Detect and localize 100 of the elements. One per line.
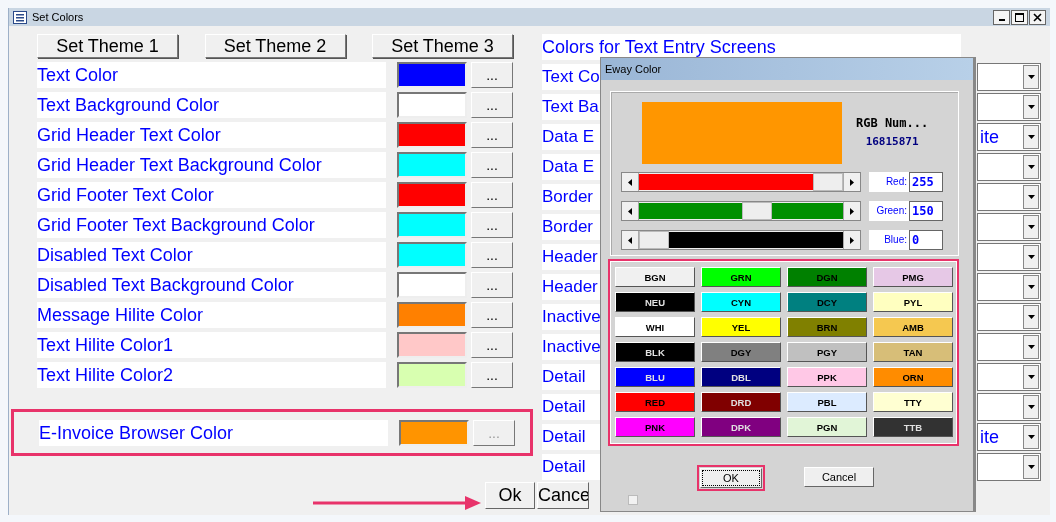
ok-button[interactable]: Ok — [485, 482, 535, 509]
palette-color-button[interactable]: DRD — [701, 392, 781, 412]
dropdown-arrow-icon — [1027, 345, 1035, 349]
theme-button[interactable]: Set Theme 2 — [204, 34, 346, 58]
maximize-icon — [1015, 12, 1024, 22]
color-label: Text Hilite Color1 — [37, 332, 386, 358]
palette-color-button[interactable]: BLK — [615, 342, 695, 362]
resize-grip-icon — [628, 495, 638, 505]
palette-color-button[interactable]: PGN — [787, 417, 867, 437]
dropdown-arrow-icon — [1027, 135, 1035, 139]
dropdown-arrow-icon — [1027, 255, 1035, 259]
palette-color-button[interactable]: YEL — [701, 317, 781, 337]
color-dropdown[interactable]: ite — [977, 423, 1041, 451]
color-dropdown[interactable] — [977, 243, 1041, 271]
dropdown-arrow-icon — [1027, 105, 1035, 109]
color-dropdown[interactable] — [977, 333, 1041, 361]
color-dropdown[interactable] — [977, 393, 1041, 421]
browse-button[interactable]: ... — [471, 332, 513, 358]
minimize-button[interactable] — [993, 9, 1010, 25]
browse-button[interactable]: ... — [471, 272, 513, 298]
maximize-button[interactable] — [1011, 9, 1028, 25]
dropdown-arrow-icon — [1027, 225, 1035, 229]
browse-button[interactable]: ... — [471, 302, 513, 328]
channel-value-field[interactable]: 150 — [909, 201, 943, 221]
color-label: E-Invoice Browser Color — [39, 419, 388, 446]
palette-color-button[interactable]: WHI — [615, 317, 695, 337]
cancel-button[interactable]: Cancel — [804, 467, 874, 487]
theme-button[interactable]: Set Theme 3 — [372, 34, 513, 58]
palette-color-button[interactable]: PGY — [787, 342, 867, 362]
color-label: Grid Header Text Color — [37, 122, 386, 148]
close-icon — [1033, 12, 1042, 22]
browse-button[interactable]: ... — [471, 182, 513, 208]
palette-color-button[interactable]: BGN — [615, 267, 695, 287]
palette-color-button[interactable]: PYL — [873, 292, 953, 312]
color-label: Message Hilite Color — [37, 302, 386, 328]
color-slider[interactable] — [621, 201, 861, 221]
dropdown-arrow-icon — [1027, 165, 1035, 169]
palette-color-button[interactable]: PBL — [787, 392, 867, 412]
right-arrow-icon — [850, 178, 854, 186]
slider-thumb[interactable] — [813, 173, 843, 191]
palette-color-button[interactable]: DBL — [701, 367, 781, 387]
left-arrow-icon — [628, 178, 632, 186]
color-dropdown[interactable]: ite — [977, 123, 1041, 151]
palette-color-button[interactable]: AMB — [873, 317, 953, 337]
color-label: Text Background Color — [37, 92, 386, 118]
palette-color-button[interactable]: RED — [615, 392, 695, 412]
ok-button[interactable]: OK — [700, 468, 762, 488]
palette-color-button[interactable]: BRN — [787, 317, 867, 337]
palette-color-button[interactable]: PNK — [615, 417, 695, 437]
color-dropdown[interactable] — [977, 213, 1041, 241]
browse-button[interactable]: ... — [471, 362, 513, 388]
color-slider[interactable] — [621, 230, 861, 250]
color-label: Disabled Text Background Color — [37, 272, 386, 298]
window-menu-icon — [13, 10, 27, 24]
slider-thumb[interactable] — [639, 231, 669, 249]
palette-color-button[interactable]: TTY — [873, 392, 953, 412]
dropdown-arrow-icon — [1027, 75, 1035, 79]
palette-color-button[interactable]: CYN — [701, 292, 781, 312]
browse-button[interactable]: ... — [471, 92, 513, 118]
palette-color-button[interactable]: DGN — [787, 267, 867, 287]
channel-value-field[interactable]: 255 — [909, 172, 943, 192]
left-arrow-icon — [628, 236, 632, 244]
palette-color-button[interactable]: TTB — [873, 417, 953, 437]
browse-button[interactable]: ... — [471, 152, 513, 178]
color-dropdown[interactable] — [977, 453, 1041, 481]
palette-color-button[interactable]: DCY — [787, 292, 867, 312]
palette-color-button[interactable]: PMG — [873, 267, 953, 287]
color-label: Disabled Text Color — [37, 242, 386, 268]
close-button[interactable] — [1029, 9, 1046, 25]
theme-button[interactable]: Set Theme 1 — [37, 34, 178, 58]
color-dropdown[interactable] — [977, 303, 1041, 331]
browse-button[interactable]: ... — [471, 62, 513, 88]
color-dropdown[interactable] — [977, 363, 1041, 391]
color-label: Grid Footer Text Background Color — [37, 212, 386, 238]
right-arrow-icon — [850, 236, 854, 244]
palette-color-button[interactable]: BLU — [615, 367, 695, 387]
color-dropdown[interactable] — [977, 153, 1041, 181]
channel-value-field[interactable]: 0 — [909, 230, 943, 250]
color-dropdown[interactable] — [977, 183, 1041, 211]
color-dropdown[interactable] — [977, 93, 1041, 121]
palette-color-button[interactable]: DGY — [701, 342, 781, 362]
color-slider[interactable] — [621, 172, 861, 192]
browse-button[interactable]: ... — [471, 242, 513, 268]
color-dropdown[interactable] — [977, 63, 1041, 91]
browse-button[interactable]: ... — [471, 122, 513, 148]
section-title: Colors for Text Entry Screens — [542, 34, 961, 60]
palette-color-button[interactable]: ORN — [873, 367, 953, 387]
palette-color-button[interactable]: DPK — [701, 417, 781, 437]
palette-color-button[interactable]: GRN — [701, 267, 781, 287]
palette-color-button[interactable]: TAN — [873, 342, 953, 362]
browse-button[interactable]: ... — [471, 212, 513, 238]
palette-color-button[interactable]: PPK — [787, 367, 867, 387]
color-label: Text Color — [37, 62, 386, 88]
slider-thumb[interactable] — [741, 202, 772, 220]
palette-color-button[interactable]: NEU — [615, 292, 695, 312]
dropdown-arrow-icon — [1027, 315, 1035, 319]
color-dropdown[interactable] — [977, 273, 1041, 301]
left-arrow-icon — [628, 207, 632, 215]
channel-label: Green: — [869, 201, 909, 221]
dropdown-arrow-icon — [1027, 435, 1035, 439]
